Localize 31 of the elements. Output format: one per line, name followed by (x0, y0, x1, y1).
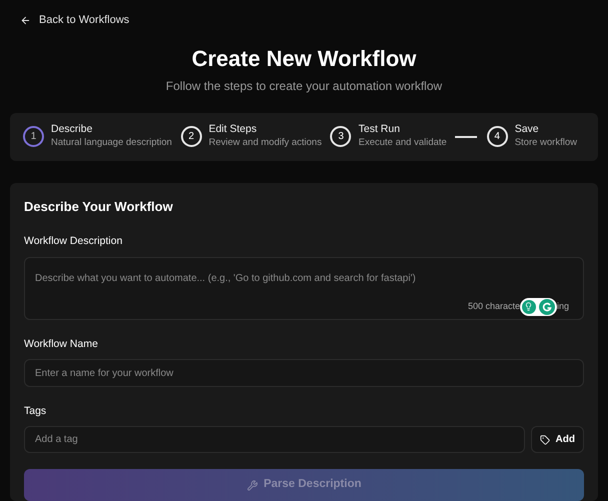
step-number: 3 (330, 126, 352, 148)
step-number: 4 (486, 126, 508, 148)
step-title: Describe (51, 123, 94, 136)
step-subtitle: Store workflow (514, 136, 577, 150)
field-label: Tags (24, 404, 48, 420)
field-label: Workflow Description (24, 234, 124, 249)
assistant-logo-icon (538, 298, 555, 315)
description-field[interactable]: Describe what you want to automate... (e.g., 'Go to github.com and search for fastapi') 500 characte ing (24, 256, 584, 320)
field-label: Workflow Name (24, 336, 99, 352)
tag-field[interactable]: Add a tag (24, 426, 525, 453)
step-number: 2 (180, 126, 202, 148)
character-counter: ing (556, 300, 569, 313)
back-link[interactable]: Back to Workflows (20, 12, 130, 28)
character-counter: 500 characte (468, 300, 520, 313)
step-title: Save (514, 123, 540, 136)
back-arrow-icon (20, 14, 31, 26)
page-subtitle: Follow the steps to create your automation workflow (164, 78, 444, 94)
writing-assistant-widget[interactable] (520, 298, 557, 316)
step-subtitle: Execute and validate (358, 136, 447, 150)
step-number: 1 (23, 126, 44, 148)
wrench-icon (246, 480, 258, 490)
step-title: Edit Steps (208, 123, 258, 136)
add-tag-button[interactable]: Add (530, 426, 584, 453)
tag-icon (540, 434, 550, 444)
step-title: Test Run (358, 123, 401, 136)
step-subtitle: Natural language description (51, 136, 172, 150)
lightbulb-icon (522, 300, 536, 314)
step-subtitle: Review and modify actions (208, 136, 322, 150)
name-field[interactable]: Enter a name for your workflow (24, 359, 584, 388)
form-heading: Describe Your Workflow (24, 198, 174, 216)
page-title: Create New Workflow (190, 44, 418, 72)
